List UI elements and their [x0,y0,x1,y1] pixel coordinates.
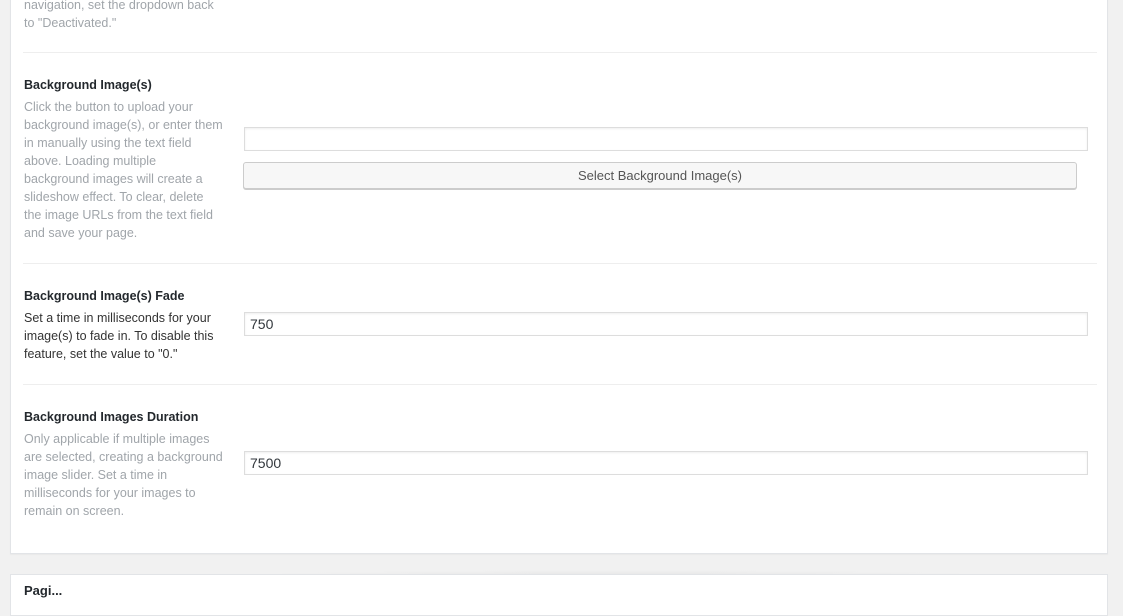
next-panel-title: Pagi... [24,583,63,598]
background-images-fade-description: Set a time in milliseconds for your imag… [24,311,214,361]
previous-setting-description: navigation, set the dropdown back to "De… [24,0,214,30]
background-images-fade-input[interactable] [244,312,1088,336]
background-images-label: Background Image(s) [24,78,152,92]
background-images-input[interactable] [244,127,1088,151]
divider [23,384,1097,385]
background-images-duration-label: Background Images Duration [24,410,199,424]
select-background-images-button[interactable]: Select Background Image(s) [243,162,1077,189]
divider [23,263,1097,264]
settings-panel: navigation, set the dropdown back to "De… [10,0,1108,554]
background-images-description: Click the button to upload your backgrou… [24,100,223,240]
background-images-duration-input[interactable] [244,451,1088,475]
background-images-fade-label: Background Image(s) Fade [24,289,185,303]
next-settings-panel: Pagi... [10,574,1108,616]
background-images-duration-description: Only applicable if multiple images are s… [24,432,223,518]
divider [23,52,1097,53]
